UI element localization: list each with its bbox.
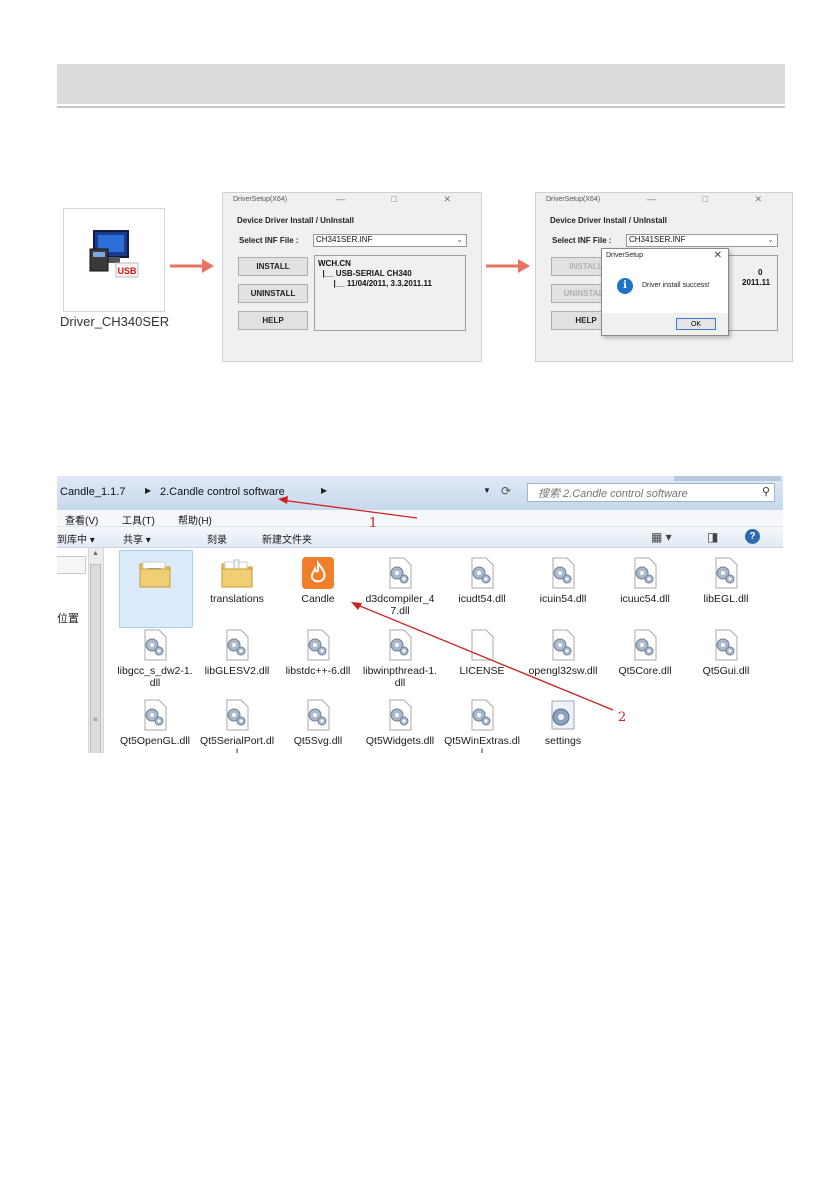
message-box-title: DriverSetup	[606, 252, 643, 259]
driver-setup-window-success: DriverSetup(X64) — □ ✕ Device Driver Ins…	[535, 192, 793, 362]
driver-setup-window: DriverSetup(X64) — □ ✕ Device Driver Ins…	[222, 192, 482, 362]
window-title: DriverSetup(X64)	[546, 196, 601, 203]
group-label: Device Driver Install / UnInstall	[550, 216, 667, 225]
inf-file-select[interactable]: CH341SER.INF ⌄	[626, 234, 778, 247]
header-divider	[57, 106, 785, 108]
section-header-bar	[57, 64, 785, 104]
inf-file-select[interactable]: CH341SER.INF ⌄	[313, 234, 467, 247]
inf-file-value: CH341SER.INF	[316, 235, 373, 244]
annotation-label-2: 2	[618, 710, 626, 725]
arrow-right-icon	[486, 259, 530, 273]
group-label: Device Driver Install / UnInstall	[237, 216, 354, 225]
chevron-down-icon: ⌄	[767, 235, 774, 244]
annotation-layer: 1 2	[278, 496, 626, 725]
close-icon[interactable]: ✕	[714, 250, 722, 261]
inf-file-label: Select INF File :	[552, 236, 612, 245]
inf-file-label: Select INF File :	[239, 236, 299, 245]
usb-driver-icon: USB	[89, 230, 139, 278]
tree-line: 0	[758, 268, 763, 277]
chevron-down-icon: ⌄	[456, 235, 463, 244]
window-title: DriverSetup(X64)	[233, 196, 288, 203]
inf-file-value: CH341SER.INF	[629, 235, 686, 244]
svg-text:USB: USB	[117, 266, 137, 276]
driver-tree: WCH.CN |__ USB-SERIAL CH340 |__ 11/04/20…	[314, 255, 466, 331]
window-controls[interactable]: — □ ✕	[647, 194, 784, 205]
tree-line: |__ 11/04/2011, 3.3.2011.11	[318, 279, 432, 288]
arrow-head-icon	[278, 496, 288, 504]
window-controls[interactable]: — □ ✕	[336, 194, 473, 205]
help-button[interactable]: HELP	[238, 311, 308, 330]
annotation-arrow-2	[354, 603, 614, 711]
driver-file-tile[interactable]: USB	[63, 208, 165, 312]
install-button[interactable]: INSTALL	[238, 257, 308, 276]
info-icon: i	[617, 278, 633, 294]
uninstall-button[interactable]: UNINSTALL	[238, 284, 308, 303]
tree-line: |__ USB-SERIAL CH340	[318, 269, 412, 278]
annotation-label-1: 1	[369, 516, 377, 531]
tree-line: 2011.11	[742, 278, 771, 287]
driver-file-name: Driver_CH340SER	[60, 314, 170, 329]
ok-button[interactable]: OK	[676, 318, 716, 330]
annotation-arrow-1	[280, 499, 418, 519]
message-text: Driver install success!	[642, 282, 710, 289]
tree-line: WCH.CN	[318, 259, 351, 268]
success-message-box: DriverSetup ✕ i Driver install success! …	[601, 248, 729, 336]
file-explorer-window: Candle_1.1.7 ▶ 2.Candle control software…	[57, 476, 783, 753]
arrow-right-icon	[170, 259, 214, 273]
